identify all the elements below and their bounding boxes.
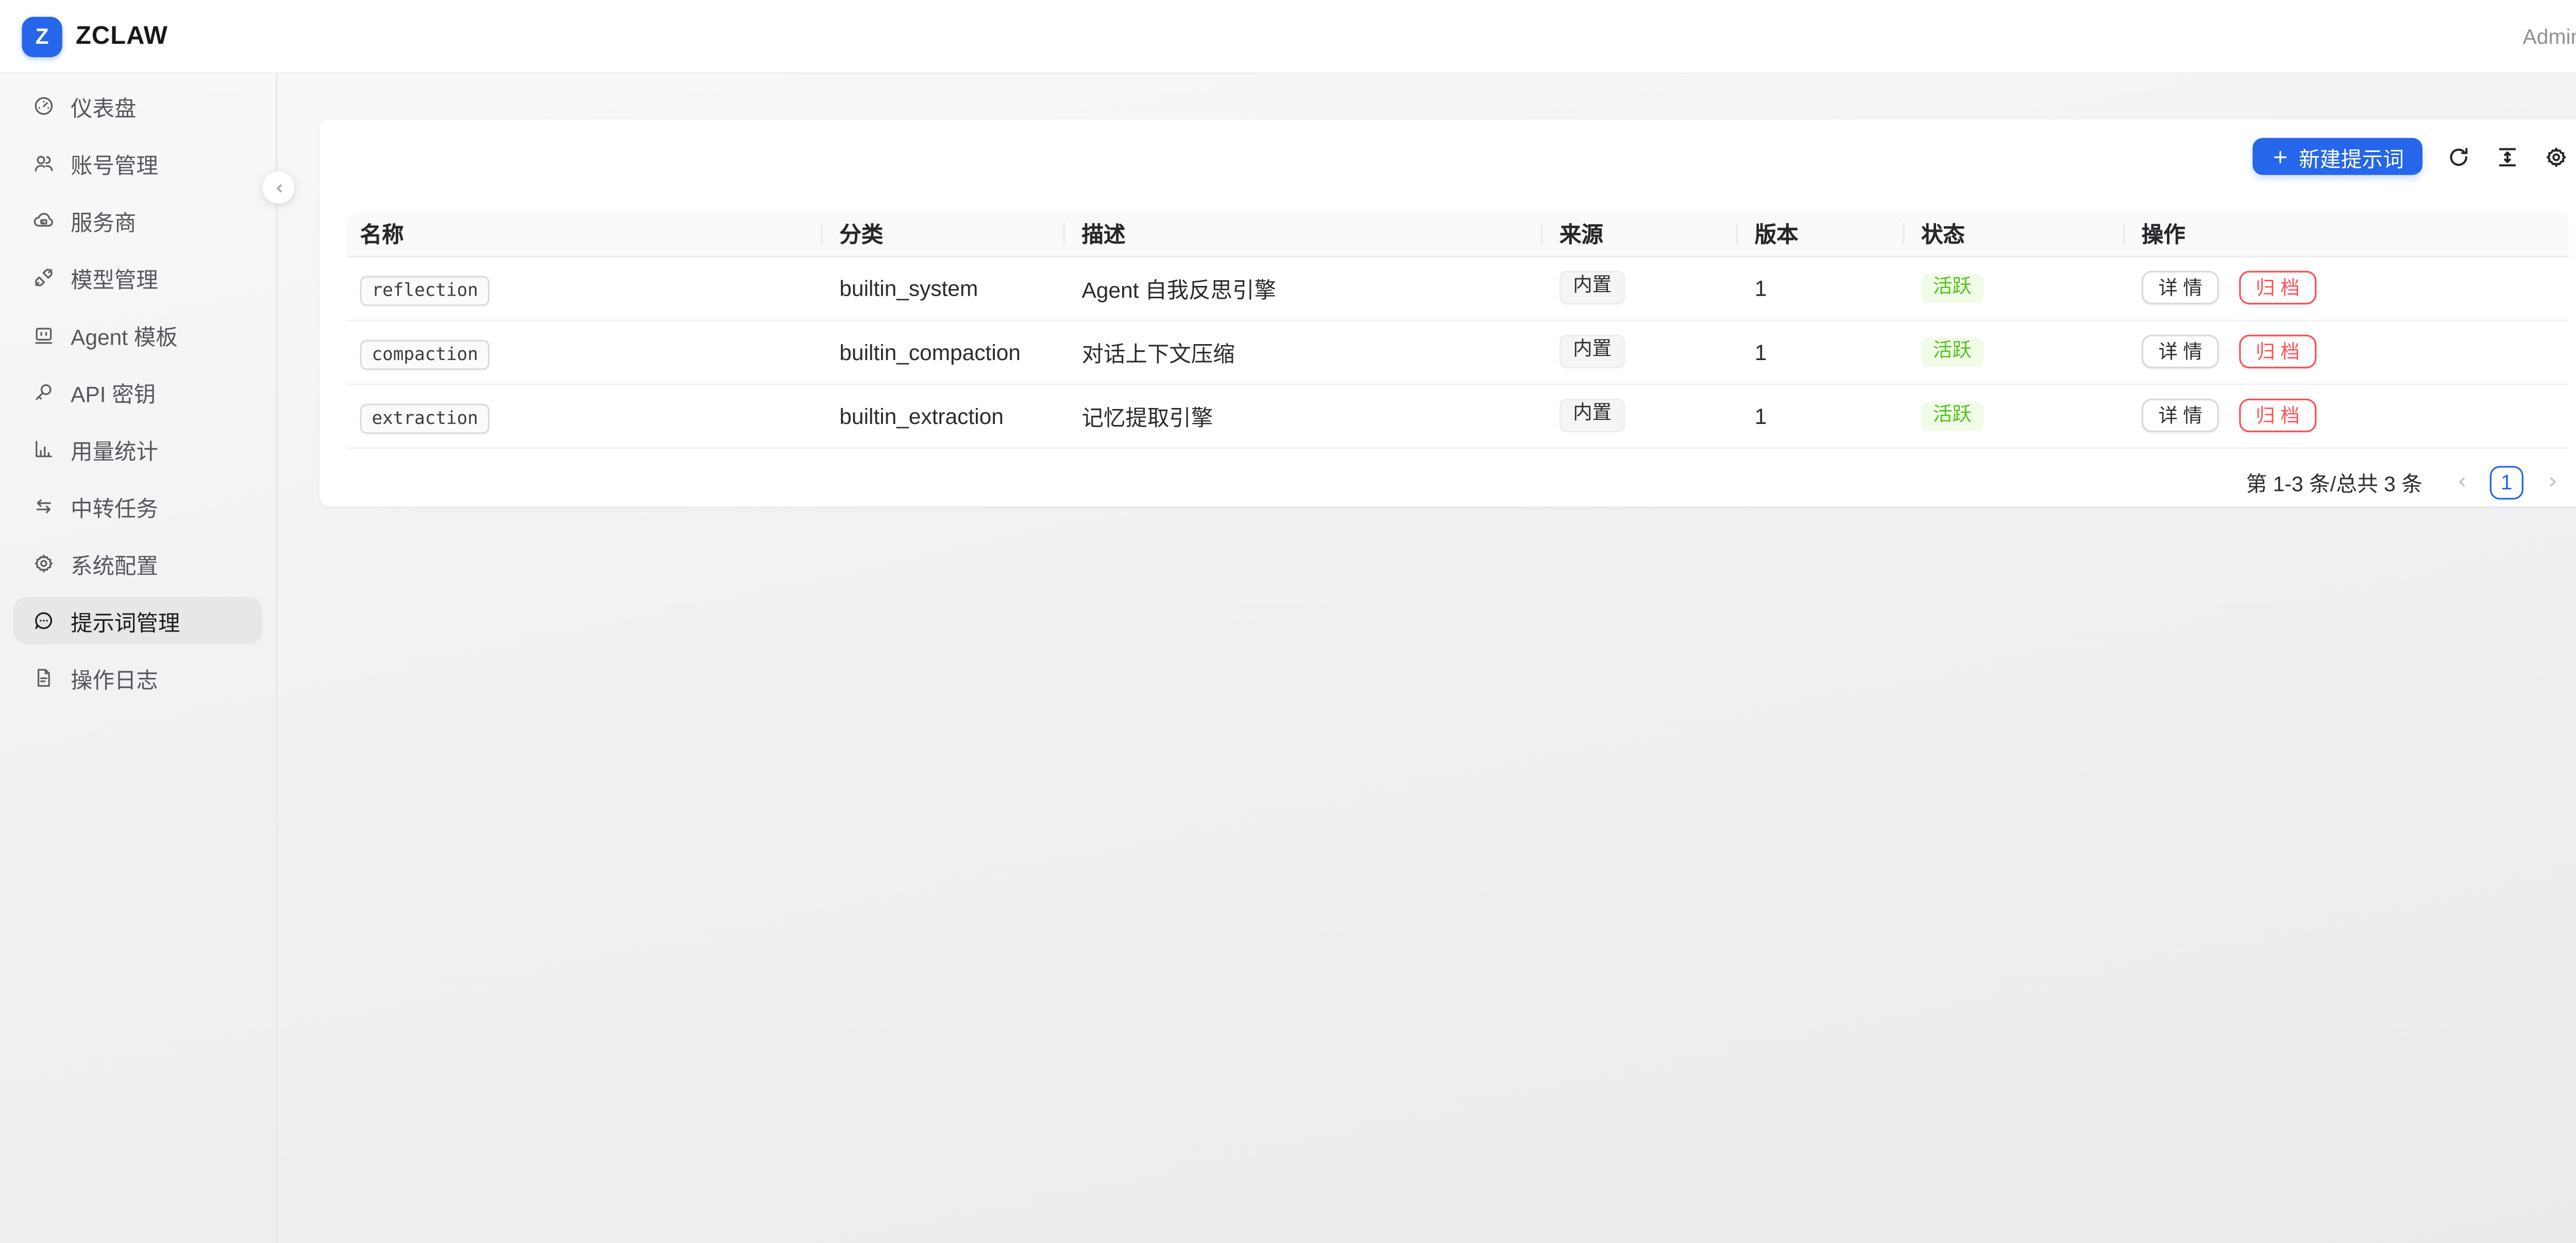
prompt-description: 对话上下文压缩 bbox=[1065, 319, 1543, 383]
density-button[interactable] bbox=[2493, 143, 2520, 170]
key-icon bbox=[32, 380, 56, 404]
sidebar-item-models[interactable]: 模型管理 bbox=[13, 254, 262, 301]
sidebar-item-operation-logs[interactable]: 操作日志 bbox=[13, 654, 262, 701]
swap-icon bbox=[32, 495, 56, 518]
archive-button[interactable]: 归 档 bbox=[2239, 335, 2317, 368]
pagination-summary: 第 1-3 条/总共 3 条 bbox=[2246, 466, 2423, 498]
status-badge: 活跃 bbox=[1921, 274, 1984, 303]
sidebar-item-label: 仪表盘 bbox=[71, 90, 136, 122]
prompt-version: 1 bbox=[1738, 319, 1904, 383]
top-bar: Z ZCLAW Admin bbox=[0, 0, 2576, 74]
reload-icon bbox=[2445, 144, 2470, 169]
sidebar-item-accounts[interactable]: 账号管理 bbox=[13, 140, 262, 186]
column-header-name: 名称 bbox=[347, 212, 823, 256]
app-window: Z ZCLAW Admin 仪表盘 账号管理 服务商 bbox=[0, 0, 2576, 1243]
chevron-left-icon bbox=[2452, 473, 2470, 491]
column-header-source: 来源 bbox=[1543, 212, 1738, 256]
prompt-version: 1 bbox=[1738, 383, 1904, 447]
column-header-version: 版本 bbox=[1738, 212, 1904, 256]
robot-icon bbox=[32, 323, 56, 347]
table-row: compaction builtin_compaction 对话上下文压缩 内置… bbox=[347, 319, 2569, 383]
sidebar-item-label: 用量统计 bbox=[71, 433, 158, 465]
gear-icon bbox=[32, 552, 56, 575]
body-row: 仪表盘 账号管理 服务商 模型管理 bbox=[0, 74, 2576, 1243]
sidebar-item-label: 服务商 bbox=[71, 205, 136, 236]
prompt-category: builtin_system bbox=[823, 256, 1065, 319]
brand-title: ZCLAW bbox=[76, 22, 168, 50]
new-prompt-button[interactable]: 新建提示词 bbox=[2253, 138, 2422, 175]
column-header-status: 状态 bbox=[1904, 212, 2125, 256]
bar-chart-icon bbox=[32, 437, 56, 461]
dashboard-icon bbox=[32, 94, 56, 118]
detail-button[interactable]: 详 情 bbox=[2142, 399, 2219, 432]
sidebar-item-label: 操作日志 bbox=[71, 662, 158, 694]
source-badge: 内置 bbox=[1560, 271, 1625, 304]
plus-icon bbox=[2272, 147, 2291, 166]
cloud-server-icon bbox=[32, 209, 56, 232]
message-icon bbox=[32, 609, 56, 633]
new-prompt-button-label: 新建提示词 bbox=[2299, 141, 2404, 173]
column-header-actions: 操作 bbox=[2125, 212, 2569, 256]
status-badge: 活跃 bbox=[1921, 402, 1984, 431]
archive-button[interactable]: 归 档 bbox=[2239, 399, 2317, 432]
prompt-description: Agent 自我反思引擎 bbox=[1065, 256, 1543, 319]
main-content: 新建提示词 bbox=[278, 74, 2576, 1243]
sidebar-item-agent-templates[interactable]: Agent 模板 bbox=[13, 311, 262, 358]
sidebar-item-prompt-management[interactable]: 提示词管理 bbox=[13, 597, 262, 644]
prompt-category: builtin_compaction bbox=[823, 319, 1065, 383]
column-header-category: 分类 bbox=[823, 212, 1065, 256]
sidebar-item-dashboard[interactable]: 仪表盘 bbox=[13, 82, 262, 129]
table-settings-button[interactable] bbox=[2542, 143, 2569, 170]
prompt-description: 记忆提取引擎 bbox=[1065, 383, 1543, 447]
pagination-page-1[interactable]: 1 bbox=[2490, 465, 2523, 499]
prompt-name-tag: compaction bbox=[360, 339, 490, 369]
sidebar-item-label: Agent 模板 bbox=[71, 319, 178, 351]
source-badge: 内置 bbox=[1560, 399, 1625, 432]
table-header-row: 名称 分类 描述 来源 版本 状态 操作 bbox=[347, 212, 2569, 256]
prompt-table-card: 新建提示词 bbox=[319, 120, 2576, 506]
prompt-category: builtin_extraction bbox=[823, 383, 1065, 447]
prompt-name-tag: reflection bbox=[360, 275, 490, 305]
refresh-button[interactable] bbox=[2444, 143, 2471, 170]
sidebar-item-api-keys[interactable]: API 密钥 bbox=[13, 368, 262, 415]
pagination-prev-button[interactable] bbox=[2444, 465, 2478, 499]
archive-button[interactable]: 归 档 bbox=[2239, 271, 2317, 304]
table-toolbar: 新建提示词 bbox=[347, 138, 2569, 175]
detail-button[interactable]: 详 情 bbox=[2142, 271, 2219, 304]
sidebar: 仪表盘 账号管理 服务商 模型管理 bbox=[0, 74, 278, 1243]
settings-gear-icon bbox=[2543, 144, 2568, 169]
sidebar-item-relay-tasks[interactable]: 中转任务 bbox=[13, 483, 262, 530]
sidebar-item-label: 提示词管理 bbox=[71, 605, 180, 637]
pagination: 第 1-3 条/总共 3 条 1 bbox=[347, 465, 2569, 499]
column-header-description: 描述 bbox=[1065, 212, 1543, 256]
sidebar-item-providers[interactable]: 服务商 bbox=[13, 197, 262, 244]
prompt-version: 1 bbox=[1738, 256, 1904, 319]
table-row: reflection builtin_system Agent 自我反思引擎 内… bbox=[347, 256, 2569, 319]
api-plug-icon bbox=[32, 266, 56, 290]
sidebar-item-usage-stats[interactable]: 用量统计 bbox=[13, 425, 262, 472]
chevron-left-icon bbox=[270, 179, 287, 196]
source-badge: 内置 bbox=[1560, 335, 1625, 368]
status-badge: 活跃 bbox=[1921, 338, 1984, 367]
detail-button[interactable]: 详 情 bbox=[2142, 335, 2219, 368]
user-menu[interactable]: Admin bbox=[2523, 24, 2576, 48]
column-height-icon bbox=[2494, 144, 2519, 169]
prompt-name-tag: extraction bbox=[360, 403, 490, 433]
pagination-next-button[interactable] bbox=[2535, 465, 2569, 499]
sidebar-item-system-config[interactable]: 系统配置 bbox=[13, 540, 262, 587]
prompt-table: 名称 分类 描述 来源 版本 状态 操作 reflection builtin_ bbox=[347, 212, 2569, 448]
file-text-icon bbox=[32, 666, 56, 690]
chevron-right-icon bbox=[2543, 473, 2562, 491]
table-row: extraction builtin_extraction 记忆提取引擎 内置 … bbox=[347, 383, 2569, 447]
sidebar-item-label: 系统配置 bbox=[71, 548, 158, 580]
team-icon bbox=[32, 151, 56, 175]
sidebar-collapse-button[interactable] bbox=[262, 172, 294, 203]
sidebar-item-label: 模型管理 bbox=[71, 262, 158, 294]
sidebar-item-label: API 密钥 bbox=[71, 376, 156, 408]
sidebar-item-label: 中转任务 bbox=[71, 490, 158, 522]
sidebar-item-label: 账号管理 bbox=[71, 147, 158, 179]
brand-logo-icon: Z bbox=[22, 16, 62, 56]
